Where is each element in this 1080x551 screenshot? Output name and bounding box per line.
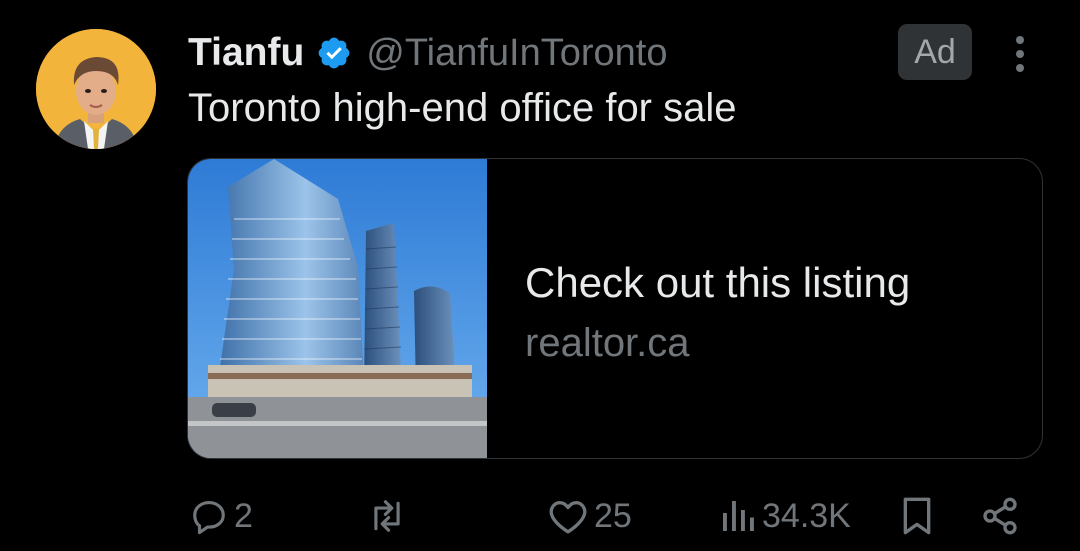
author-name[interactable]: Tianfu: [188, 31, 304, 75]
card-domain: realtor.ca: [525, 321, 690, 365]
bookmark-button[interactable]: [900, 490, 934, 542]
reply-button[interactable]: 2: [190, 490, 253, 542]
link-card[interactable]: Check out this listing realtor.ca: [187, 158, 1043, 459]
reply-icon: [193, 500, 225, 535]
views-chart-icon: [723, 501, 754, 531]
heart-icon: [549, 501, 587, 534]
view-count: 34.3K: [762, 496, 851, 535]
views-button[interactable]: 34.3K: [720, 490, 851, 542]
tweet-header: Tianfu @TianfuInToronto: [188, 28, 668, 78]
like-count: 25: [594, 496, 632, 535]
reply-count: 2: [234, 496, 253, 535]
share-icon: [983, 497, 1017, 535]
card-title: Check out this listing: [525, 259, 911, 306]
like-button[interactable]: 25: [548, 490, 632, 542]
author-avatar[interactable]: [36, 29, 156, 149]
tweet-text: Toronto high-end office for sale: [188, 86, 737, 130]
repost-icon: [374, 500, 400, 532]
action-bar: 2 25 34.3K: [0, 490, 1080, 542]
share-button[interactable]: [980, 490, 1020, 542]
office-tower-photo: [188, 159, 487, 458]
more-options-icon[interactable]: [1005, 34, 1035, 74]
verified-badge-icon: [316, 35, 352, 71]
bookmark-icon: [903, 497, 931, 535]
ad-badge: Ad: [898, 24, 972, 80]
profile-photo: [36, 29, 156, 149]
repost-button[interactable]: [364, 490, 410, 542]
author-handle[interactable]: @TianfuInToronto: [366, 32, 667, 75]
